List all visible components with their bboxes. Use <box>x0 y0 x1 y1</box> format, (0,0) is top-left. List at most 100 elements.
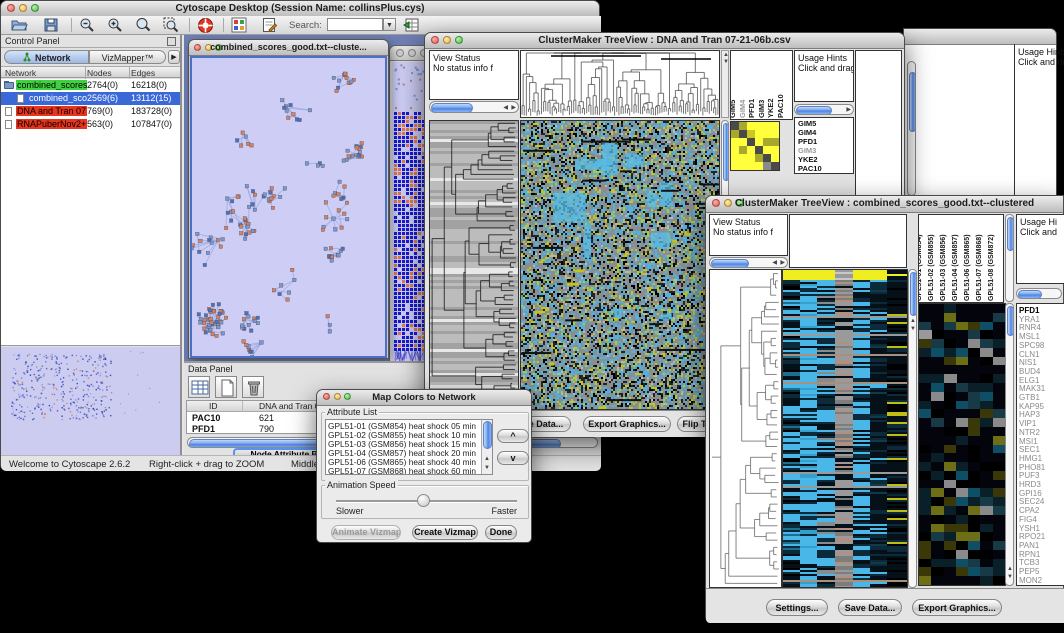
network-row-edges: 183728(0) <box>131 106 172 116</box>
tv1-usage-hints: Usage Hints Click and drag <box>794 50 854 102</box>
network-list: combined_scores2764(0)16218(0)combined_s… <box>1 79 180 132</box>
attribute-list-label: Attribute List <box>325 407 379 417</box>
dialog-button-create-vizmap[interactable]: Create Vizmap <box>412 525 478 540</box>
tv2-gene-labels: PFD1YRA1RNR4MSL1SPC98CLN1NIS1BUD4ELG1MAK… <box>1016 303 1064 586</box>
background-window-titlebar[interactable] <box>904 29 1056 45</box>
tv1-hints-hscrollbar[interactable]: ▶ <box>794 104 854 115</box>
network-row[interactable]: RNAPuberNov2+563(0)107847(0) <box>1 118 180 131</box>
tv2-gene-label: PHO81 <box>1019 463 1045 472</box>
tv2-gene-label: VIP1 <box>1019 419 1036 428</box>
tv1-global-heatmap[interactable] <box>520 120 720 410</box>
attribute-table-icon[interactable] <box>188 376 210 398</box>
slower-label: Slower <box>336 506 364 516</box>
tv2-array-label: GPL51-03 (GSM856) <box>940 234 947 301</box>
new-attribute-icon[interactable] <box>215 376 237 398</box>
tv1-gene-label: YKE2 <box>798 155 818 164</box>
tv2-zoom-heatmap[interactable] <box>918 303 1006 586</box>
tv2-gene-label: FIG4 <box>1019 515 1037 524</box>
background-vscrollbar[interactable] <box>907 61 916 196</box>
tv2-button-save-data-[interactable]: Save Data... <box>838 599 902 616</box>
tv1-column-label: PAC10 <box>776 94 785 118</box>
tv2-global-heatmap[interactable] <box>782 269 908 588</box>
tv1-mini-vscrollbar[interactable]: ▲▼ <box>721 50 729 118</box>
attribute-item[interactable]: GPL51-07 (GSM868) heat shock 60 min <box>328 466 476 475</box>
tab-overflow-button[interactable]: ▶ <box>168 50 180 64</box>
tv2-gene-label: MSL1 <box>1019 332 1040 341</box>
tv2-gene-dendrogram[interactable] <box>709 269 782 588</box>
treeview2-titlebar[interactable]: ClusterMaker TreeView : combined_scores_… <box>706 196 1063 213</box>
dialog-button-done[interactable]: Done <box>485 525 517 540</box>
tv2-button-settings-[interactable]: Settings... <box>766 599 828 616</box>
tv2-gene-label: MON2 <box>1019 576 1042 585</box>
tv2-gene-label: HAP3 <box>1019 410 1040 419</box>
tv1-gene-label: PAC10 <box>798 164 822 173</box>
treeview1-titlebar[interactable]: ClusterMaker TreeView : DNA and Tran 07-… <box>425 33 904 49</box>
tv2-gene-label: HMG1 <box>1019 454 1042 463</box>
attribute-list[interactable]: ▲▼ GPL51-01 (GSM854) heat shock 05 minGP… <box>325 419 493 475</box>
tv2-gene-label: HRD3 <box>1019 480 1041 489</box>
folder-icon <box>4 82 14 89</box>
move-down-button[interactable]: v <box>497 451 529 465</box>
network-row[interactable]: combined_scores2764(0)16218(0) <box>1 79 180 92</box>
network-row-edges: 107847(0) <box>131 119 172 129</box>
network-row[interactable]: combined_sco2569(6)13112(15) <box>1 92 180 105</box>
network-row[interactable]: DNA and Tran 07769(0)183728(0) <box>1 105 180 118</box>
chevron-down-icon[interactable]: ▼ <box>383 18 396 31</box>
float-panel-icon[interactable] <box>167 37 176 46</box>
tv1-status-hscrollbar[interactable]: ◀▶ <box>429 101 519 113</box>
tv1-button-export-graphics-[interactable]: Export Graphics... <box>583 416 671 432</box>
tv2-status-hscrollbar[interactable]: ◀▶ <box>709 257 788 268</box>
col-nodes: Nodes <box>87 68 112 78</box>
tv1-zoom-heatmap[interactable] <box>730 121 780 171</box>
network-row-nodes: 2569(6) <box>87 93 118 103</box>
tv2-zoom-vscrollbar[interactable]: ▲▼ <box>1005 303 1014 586</box>
tv1-column-label: GIM5 <box>730 100 737 118</box>
tv2-labels-vscrollbar[interactable] <box>1005 214 1014 302</box>
network-view-window-1[interactable]: combined_scores_good.txt--cluste... <box>188 39 389 359</box>
tv2-gene-label: KAP95 <box>1019 402 1044 411</box>
tv2-gene-label: PUF3 <box>1019 471 1039 480</box>
tab-network[interactable]: Network <box>4 50 89 64</box>
speed-slider-thumb[interactable] <box>417 494 430 507</box>
tv1-view-status: View Status No status info f <box>429 50 519 100</box>
control-panel: Control Panel Network VizMapper™ ▶ Netwo… <box>1 35 182 455</box>
main-window-title: Cytoscape Desktop (Session Name: collins… <box>1 3 599 14</box>
usage-hints-text: Click and drag to <box>1018 57 1064 67</box>
desktop: Cytoscape Desktop (Session Name: collins… <box>0 0 1064 633</box>
data-panel-title: Data Panel <box>188 364 233 374</box>
tv2-array-label: GPL51-02 (GSM855) <box>928 234 935 301</box>
tv2-gene-label: PAN1 <box>1019 541 1039 550</box>
search-input[interactable] <box>327 18 383 31</box>
tv2-heatmap-vscrollbar[interactable]: ▲▼ <box>908 269 917 588</box>
tv2-button-export-graphics-[interactable]: Export Graphics... <box>912 599 1002 616</box>
tv1-gene-dendrogram[interactable] <box>429 120 519 410</box>
document-icon <box>5 107 12 116</box>
data-row-value: 790 <box>259 424 274 434</box>
tv1-array-dendrogram[interactable] <box>520 50 720 118</box>
col-edges: Edges <box>131 68 155 78</box>
network-row-edges: 16218(0) <box>131 80 167 90</box>
tv2-gene-label: RPN1 <box>1019 550 1040 559</box>
tv2-array-label: GPL51-06 (GSM865) <box>964 234 971 301</box>
col-network: Network <box>5 68 36 78</box>
dialog-titlebar[interactable]: Map Colors to Network <box>317 390 531 406</box>
network-canvas[interactable] <box>192 58 385 356</box>
tv2-hints-hscrollbar[interactable] <box>1016 288 1062 299</box>
network-list-empty <box>1 132 180 345</box>
attribute-list-vscrollbar[interactable]: ▲▼ <box>481 420 492 474</box>
main-titlebar[interactable]: Cytoscape Desktop (Session Name: collins… <box>1 1 599 17</box>
status-welcome: Welcome to Cytoscape 2.6.2 <box>9 459 130 470</box>
tv2-gene-label: PFD1 <box>1019 306 1039 315</box>
network-row-nodes: 2764(0) <box>87 80 118 90</box>
network-row-edges: 13112(15) <box>131 93 171 103</box>
folder-tab <box>4 81 9 83</box>
move-up-button[interactable]: ^ <box>497 429 529 443</box>
data-row-value: 621 <box>259 413 274 423</box>
tv1-gene-label: GIM4 <box>798 128 816 137</box>
network-view-1-titlebar[interactable]: combined_scores_good.txt--cluste... <box>189 40 388 56</box>
birdseye-panel[interactable] <box>1 345 180 455</box>
delete-attribute-icon[interactable] <box>242 376 264 398</box>
tv2-gene-label: TCB3 <box>1019 558 1039 567</box>
animation-speed-label: Animation Speed <box>325 480 398 490</box>
tab-vizmapper[interactable]: VizMapper™ <box>89 50 166 64</box>
